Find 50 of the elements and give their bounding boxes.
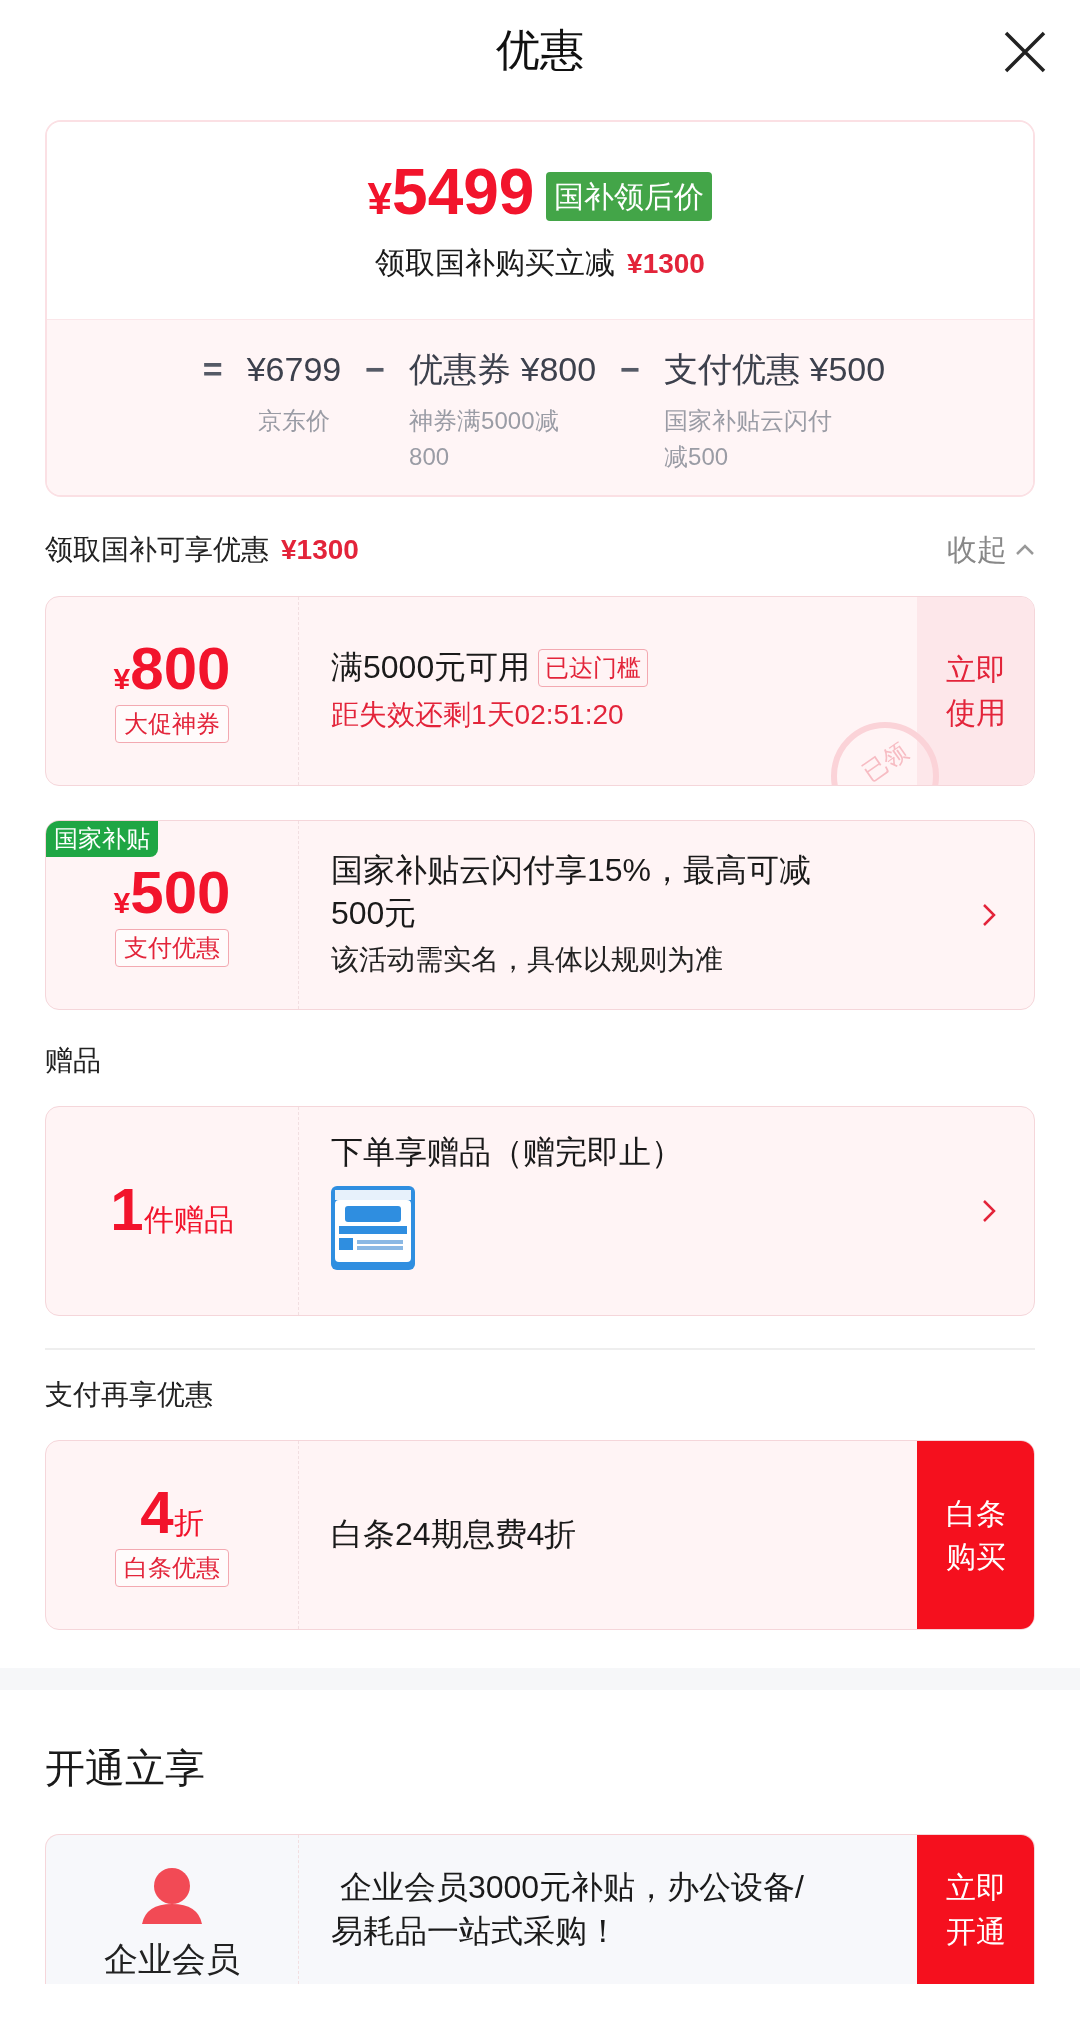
coupon-tag: 大促神券 bbox=[115, 705, 229, 743]
discount-note: 领取国补购买立减 bbox=[375, 245, 616, 281]
member-label: 企业会员 bbox=[104, 1939, 240, 1980]
coupon-amount: 800 bbox=[130, 639, 231, 699]
offer-title: 企业会员3000元补贴，办公设备/易耗品一站式采购！ bbox=[331, 1868, 805, 1951]
countdown-text: 距失效还剩1天02:51:20 bbox=[331, 697, 625, 732]
page-title: 优惠 bbox=[496, 24, 584, 76]
offer-title: 满5000元可用 bbox=[331, 648, 531, 688]
operator-sign: − bbox=[620, 349, 641, 390]
coupon-tag: 白条优惠 bbox=[115, 1549, 229, 1587]
count-value: 1 bbox=[110, 1180, 144, 1240]
breakdown-amount: ¥6799 bbox=[246, 349, 342, 390]
discount-amount: ¥1300 bbox=[627, 247, 705, 281]
close-icon[interactable] bbox=[1003, 30, 1047, 74]
chevron-up-icon bbox=[1015, 543, 1035, 556]
breakdown-label: 神券满5000减800 bbox=[409, 406, 560, 472]
section-title: 赠品 bbox=[45, 1044, 101, 1078]
offer-title: 白条24期息费4折 bbox=[331, 1515, 577, 1555]
collapse-toggle[interactable]: 收起 bbox=[947, 527, 1035, 572]
offer-title: 下单享赠品（赠完即止） bbox=[331, 1133, 683, 1172]
action-button[interactable]: 立即使用 bbox=[917, 597, 1034, 785]
breakdown-amount: 优惠券 ¥800 bbox=[409, 349, 597, 390]
action-button[interactable]: 白条购买 bbox=[917, 1441, 1034, 1629]
operator-sign: − bbox=[365, 349, 386, 390]
section-title: 领取国补可享优惠 bbox=[45, 532, 269, 567]
currency-symbol: ¥ bbox=[367, 174, 393, 225]
person-icon bbox=[140, 1866, 204, 1926]
subsidy-tag: 国家补贴 bbox=[46, 821, 158, 857]
coupon-tag: 支付优惠 bbox=[115, 929, 229, 967]
count-unit: 折 bbox=[173, 1506, 204, 1541]
action-button[interactable]: 立即开通 bbox=[917, 1835, 1034, 1984]
currency-symbol: ¥ bbox=[113, 662, 131, 697]
coupon-amount: 500 bbox=[130, 863, 231, 923]
breakdown-label: 国家补贴云闪付减500 bbox=[664, 406, 834, 472]
count-unit: 件赠品 bbox=[143, 1203, 234, 1238]
chevron-right-icon[interactable] bbox=[982, 1199, 996, 1223]
section-heading: 开通立享 bbox=[45, 1745, 206, 1792]
offer-description: 该活动需实名，具体以规则为准 bbox=[331, 943, 724, 978]
price-tag: 国补领后价 bbox=[546, 171, 713, 221]
offer-title: 国家补贴云闪付享15%，最高可减500元 bbox=[331, 850, 813, 933]
final-price: 5499 bbox=[392, 160, 535, 224]
chevron-right-icon[interactable] bbox=[982, 903, 996, 927]
threshold-badge: 已达门槛 bbox=[538, 649, 649, 687]
count-value: 4 bbox=[140, 1483, 174, 1543]
currency-symbol: ¥ bbox=[113, 886, 131, 921]
operator-sign: = bbox=[202, 349, 223, 390]
breakdown-label: 京东价 bbox=[256, 406, 331, 436]
breakdown-amount: 支付优惠 ¥500 bbox=[664, 349, 886, 390]
section-amount: ¥1300 bbox=[281, 532, 359, 567]
section-title: 支付再享优惠 bbox=[45, 1378, 213, 1412]
